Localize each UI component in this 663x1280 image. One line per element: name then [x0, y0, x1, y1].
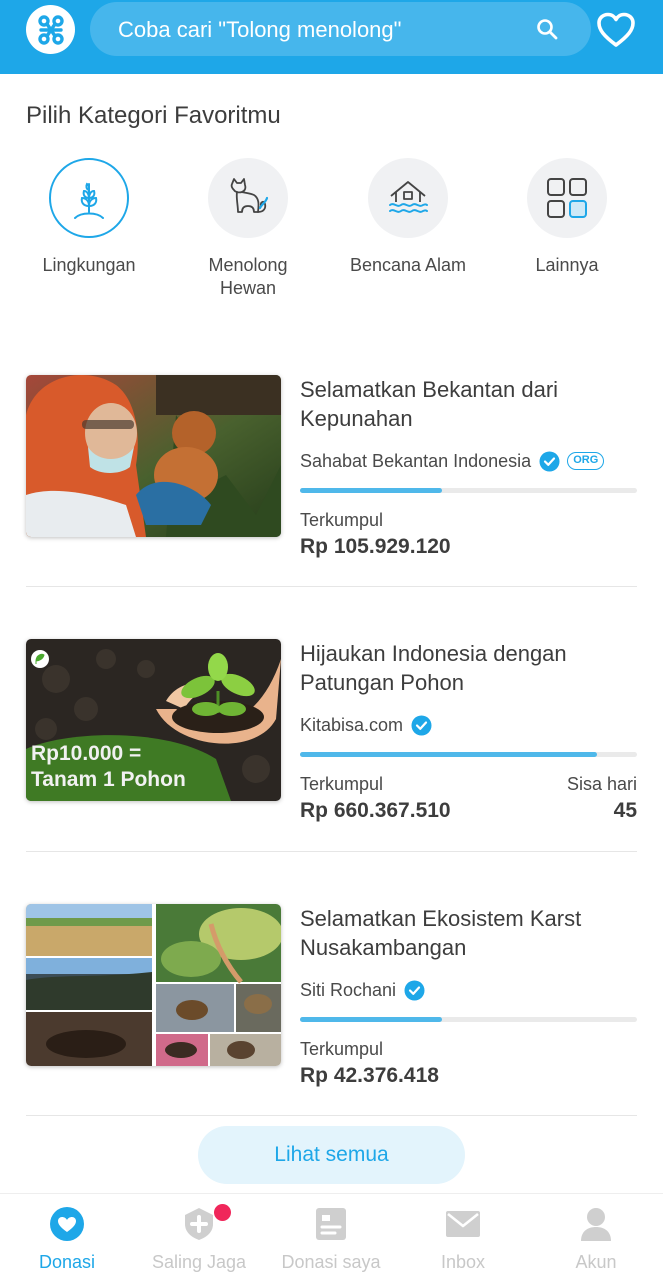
overlay-line-1: Rp10.000 = — [31, 742, 142, 765]
verified-check-icon — [411, 715, 432, 735]
cat-icon — [230, 178, 269, 213]
nav-donasi-saya[interactable]: Donasi saya — [265, 1206, 397, 1273]
nav-saling-jaga[interactable]: Saling Jaga — [133, 1204, 265, 1273]
flood-house-icon — [389, 181, 428, 213]
collected-amount: Rp 660.367.510 — [300, 799, 451, 822]
campaign-image[interactable] — [26, 375, 281, 537]
category-lingkungan[interactable]: Lingkungan — [24, 158, 154, 277]
nav-akun[interactable]: Akun — [530, 1206, 662, 1273]
document-icon — [313, 1206, 349, 1242]
nav-donasi[interactable]: Donasi — [1, 1206, 133, 1273]
divider — [26, 1115, 637, 1116]
category-icon-circle[interactable] — [208, 158, 288, 238]
category-section-title: Pilih Kategori Favoritmu — [26, 102, 281, 129]
organizer-name: Siti Rochani — [300, 979, 397, 1000]
image-overlay-text: Rp10.000 = Tanam 1 Pohon — [31, 741, 186, 793]
donation-progress-bar — [300, 488, 637, 493]
collected-label: Terkumpul — [300, 774, 384, 794]
campaign-card[interactable]: Selamatkan Ekosistem Karst Nusakambangan… — [26, 904, 637, 1087]
collected-label: Terkumpul — [300, 510, 384, 530]
donation-progress-bar — [300, 752, 637, 757]
heart-outline-icon[interactable] — [596, 12, 636, 48]
search-bar[interactable]: Coba cari "Tolong menolong" — [90, 2, 591, 56]
category-bencana-alam[interactable]: Bencana Alam — [343, 158, 473, 277]
notification-dot — [214, 1204, 231, 1221]
progress-fill — [300, 488, 442, 493]
remaining-days-label: Sisa hari — [566, 774, 637, 794]
bottom-navigation: Donasi Saling Jaga Donasi saya Inbox Aku… — [0, 1193, 663, 1280]
campaign-card[interactable]: Rp10.000 = Tanam 1 Pohon Hijaukan Indone… — [26, 639, 637, 822]
collected-amount: Rp 105.929.120 — [300, 535, 451, 558]
category-label: Bencana Alam — [349, 255, 467, 275]
nav-label: Donasi — [38, 1252, 96, 1272]
divider — [26, 851, 637, 852]
campaign-organizer[interactable]: Sahabat Bekantan Indonesia ORG — [300, 449, 605, 473]
category-icon-circle[interactable] — [368, 158, 448, 238]
nav-label: Donasi saya — [281, 1252, 381, 1272]
campaign-title[interactable]: Hijaukan Indonesia dengan Patungan Pohon — [300, 639, 637, 697]
see-all-button[interactable]: Lihat semua — [198, 1126, 465, 1184]
verified-check-icon — [404, 980, 425, 1000]
plant-icon — [74, 182, 104, 219]
campaign-organizer[interactable]: Siti Rochani — [300, 978, 425, 1002]
nav-label: Saling Jaga — [151, 1252, 247, 1272]
category-label: Lingkungan — [42, 255, 136, 275]
campaign-card[interactable]: Selamatkan Bekantan dari Kepunahan Sahab… — [26, 375, 637, 558]
nav-label: Inbox — [440, 1252, 486, 1272]
nav-inbox[interactable]: Inbox — [397, 1206, 529, 1273]
nav-label: Akun — [575, 1252, 617, 1272]
category-label: Lainnya — [535, 255, 599, 275]
campaign-title[interactable]: Selamatkan Bekantan dari Kepunahan — [300, 375, 637, 433]
donation-progress-bar — [300, 1017, 637, 1022]
campaign-image[interactable]: Rp10.000 = Tanam 1 Pohon — [26, 639, 281, 801]
category-label: Menolong Hewan — [208, 255, 288, 298]
campaign-title[interactable]: Selamatkan Ekosistem Karst Nusakambangan — [300, 904, 637, 962]
heart-circle-icon — [49, 1206, 85, 1242]
org-badge: ORG — [567, 452, 605, 470]
organizer-name: Kitabisa.com — [300, 714, 404, 735]
category-lainnya[interactable]: Lainnya — [502, 158, 632, 277]
remaining-days-value: 45 — [613, 799, 637, 822]
progress-fill — [300, 1017, 442, 1022]
overlay-line-2: Tanam 1 Pohon — [31, 768, 186, 791]
campaign-organizer[interactable]: Kitabisa.com — [300, 713, 432, 737]
mail-icon — [445, 1206, 481, 1242]
category-icon-circle[interactable] — [49, 158, 129, 238]
category-icon-circle[interactable] — [527, 158, 607, 238]
kitabisa-logo-icon[interactable] — [26, 5, 75, 54]
collected-label: Terkumpul — [300, 1039, 384, 1059]
campaign-image[interactable] — [26, 904, 281, 1066]
search-placeholder[interactable]: Coba cari "Tolong menolong" — [118, 17, 401, 43]
grid-icon — [547, 178, 587, 218]
collected-amount: Rp 42.376.418 — [300, 1064, 439, 1087]
organizer-name: Sahabat Bekantan Indonesia — [300, 450, 532, 471]
category-menolong-hewan[interactable]: Menolong Hewan — [183, 158, 313, 300]
top-app-bar: Coba cari "Tolong menolong" — [0, 0, 663, 74]
search-icon[interactable] — [535, 17, 559, 41]
progress-fill — [300, 752, 597, 757]
plus-shield-icon — [181, 1204, 231, 1242]
divider — [26, 586, 637, 587]
user-icon — [578, 1206, 614, 1242]
verified-check-icon — [539, 451, 560, 471]
